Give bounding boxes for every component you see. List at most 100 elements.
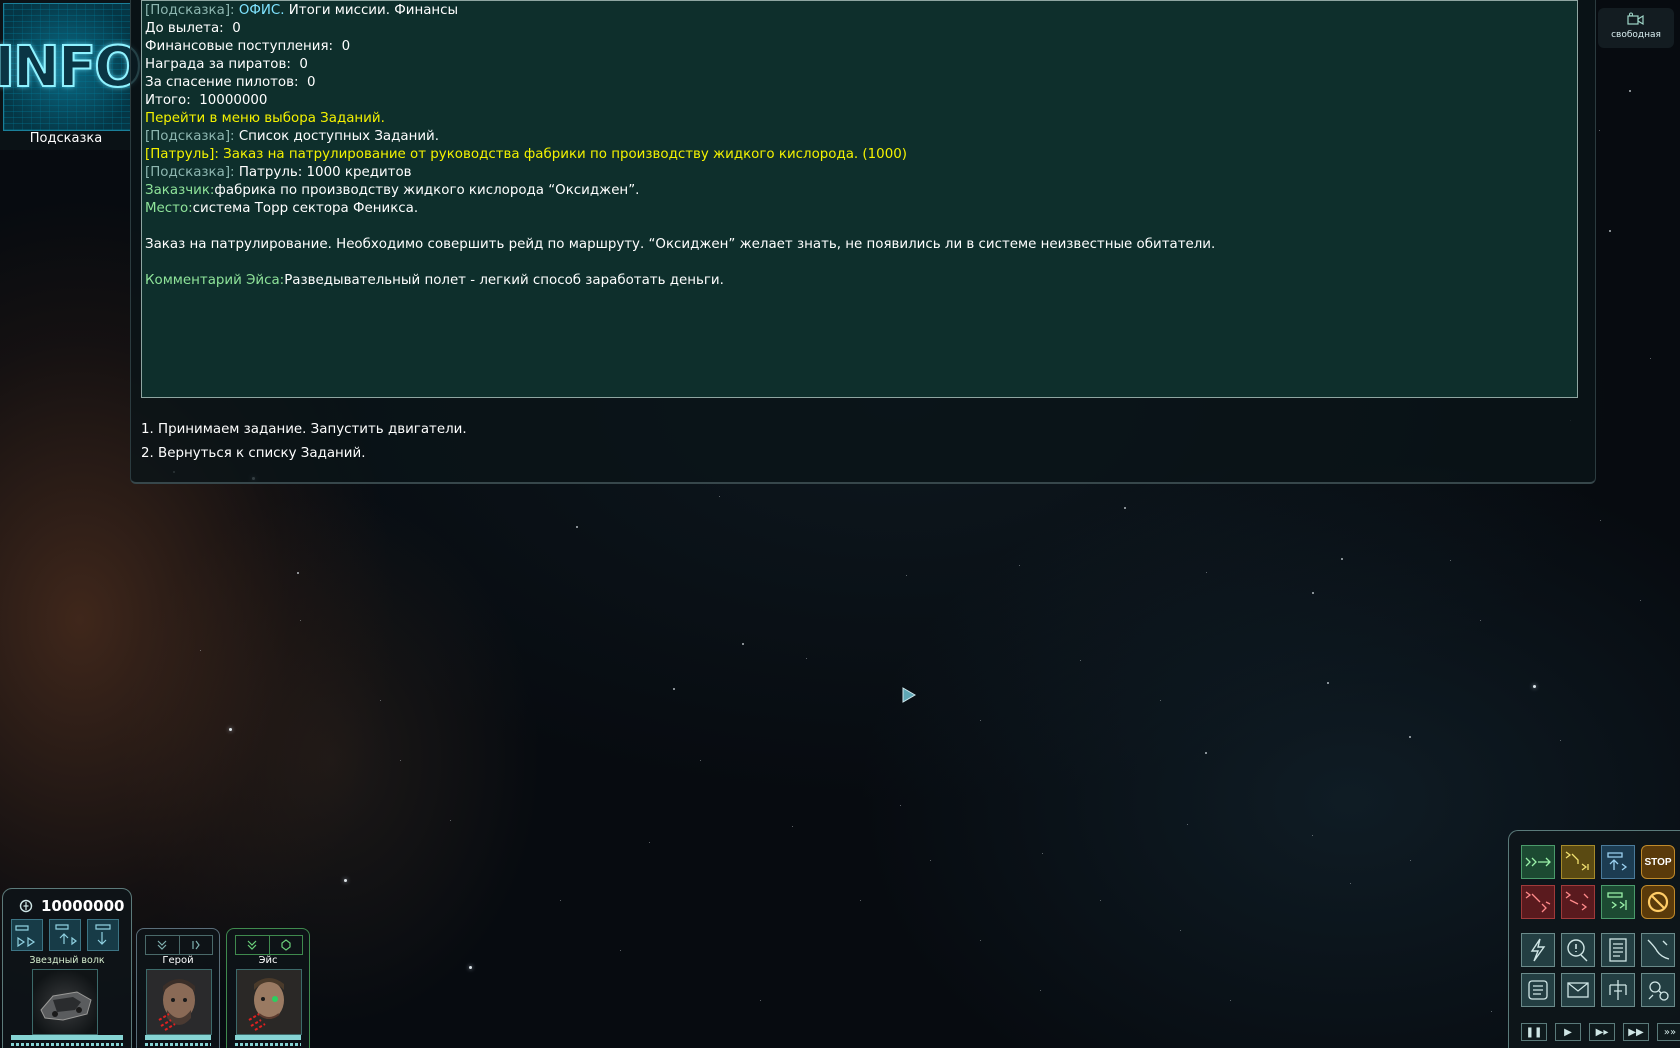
- message-line: Заказчик:фабрика по производству жидкого…: [145, 182, 1577, 200]
- map-button[interactable]: [1641, 933, 1675, 967]
- message-line: [Подсказка]: Список доступных Заданий.: [145, 128, 1577, 146]
- log-button[interactable]: [1521, 973, 1555, 1007]
- ship-name: Звездный волк: [29, 955, 105, 966]
- patrol-icon: [1565, 851, 1589, 871]
- command-panel: STOP ❚❚ ▶ ▶▸ ▶▶ »»: [1508, 830, 1680, 1048]
- move-to-button[interactable]: [1521, 845, 1555, 879]
- ace-defend-button[interactable]: [270, 936, 303, 954]
- play-button[interactable]: ▶: [1555, 1023, 1581, 1041]
- message-log[interactable]: [Подсказка]: ОФИС. Итоги миссии. Финансы…: [141, 0, 1578, 398]
- upgrades-button[interactable]: [1601, 973, 1635, 1007]
- ship-portrait[interactable]: [32, 969, 98, 1035]
- ace-face-image: [237, 970, 301, 1034]
- crew-panel-hero: Герой: [136, 928, 220, 1048]
- message-segment: [Подсказка]:: [145, 129, 235, 144]
- fastest-button[interactable]: »»: [1657, 1023, 1680, 1041]
- talk-button[interactable]: [1561, 933, 1595, 967]
- message-line: Награда за пиратов: 0: [145, 56, 1577, 74]
- camera-icon: [1627, 12, 1644, 26]
- star: [1205, 752, 1207, 754]
- message-line: Перейти в меню выбора Заданий.: [145, 110, 1577, 128]
- ace-follow-button[interactable]: [236, 936, 270, 954]
- time-controls: ❚❚ ▶ ▶▸ ▶▶ »»: [1521, 1023, 1680, 1041]
- escort-button[interactable]: [1601, 885, 1635, 919]
- shield-icon: [281, 939, 291, 951]
- star: [1187, 824, 1188, 825]
- fast-button[interactable]: ▶▸: [1589, 1023, 1615, 1041]
- info-logo-text: INFO: [0, 34, 143, 101]
- move-arrow-icon: [1525, 857, 1551, 867]
- settings-button[interactable]: [1641, 973, 1675, 1007]
- attack-all-button[interactable]: [1561, 885, 1595, 919]
- pause-button[interactable]: ❚❚: [1521, 1023, 1547, 1041]
- star: [980, 720, 981, 721]
- option-back-to-missions[interactable]: 2. Вернуться к списку Заданий.: [141, 442, 467, 466]
- hero-pause-button[interactable]: [180, 936, 213, 954]
- message-segment: Перейти в меню выбора Заданий.: [145, 111, 385, 126]
- mail-button[interactable]: [1561, 973, 1595, 1007]
- attack-formation-icon: [55, 924, 77, 946]
- stop-button[interactable]: STOP: [1641, 845, 1675, 879]
- hero-portrait[interactable]: [146, 969, 212, 1035]
- forbidden-icon: [1647, 891, 1669, 913]
- message-segment: ОФИС.: [234, 3, 285, 18]
- star: [1350, 883, 1351, 884]
- star: [1040, 990, 1041, 991]
- ship-panel: 10000000 Звездный волк: [2, 888, 132, 1048]
- message-line: Заказ на патрулирование. Необходимо сове…: [145, 236, 1577, 254]
- pause-icon: ❚❚: [1525, 1026, 1543, 1038]
- message-segment: Итого: 10000000: [145, 93, 268, 108]
- hero-health-bar: [145, 1035, 211, 1040]
- hero-follow-button[interactable]: [146, 936, 180, 954]
- info-caption: Подсказка: [29, 131, 103, 146]
- ace-energy-bar: [235, 1043, 301, 1046]
- star: [400, 760, 401, 761]
- star: [1206, 572, 1207, 573]
- patrol-button[interactable]: [1561, 845, 1595, 879]
- ace-health-bar: [235, 1035, 301, 1040]
- dialog-options: 1. Принимаем задание. Запустить двигател…: [141, 418, 467, 466]
- camera-mode-label: свободная: [1611, 30, 1661, 40]
- cursor-icon: [902, 687, 916, 703]
- ship-energy-bar: [11, 1043, 123, 1046]
- message-line: [Подсказка]: ОФИС. Итоги миссии. Финансы: [145, 2, 1577, 20]
- message-segment: [Подсказка]:: [145, 3, 235, 18]
- energy-button[interactable]: [1521, 933, 1555, 967]
- formation-button[interactable]: [11, 919, 43, 951]
- dock-icon: [1607, 852, 1628, 871]
- star: [1124, 507, 1126, 509]
- camera-mode-button[interactable]: свободная: [1598, 8, 1674, 48]
- message-segment: Награда за пиратов: 0: [145, 57, 308, 72]
- dock-button[interactable]: [1601, 845, 1635, 879]
- message-segment: Заказ на патрулирование. Необходимо сове…: [145, 237, 1216, 252]
- star: [860, 900, 861, 901]
- journal-button[interactable]: [1601, 933, 1635, 967]
- info-logo[interactable]: INFO: [0, 3, 143, 131]
- star: [1409, 736, 1411, 738]
- attack-button[interactable]: [1521, 885, 1555, 919]
- star: [700, 760, 701, 761]
- faster-button[interactable]: ▶▶: [1623, 1023, 1649, 1041]
- message-line: [Подсказка]: Патруль: 1000 кредитов: [145, 164, 1577, 182]
- attack-formation-button[interactable]: [49, 919, 81, 951]
- message-segment: Место:: [145, 201, 193, 216]
- message-segment: [Патруль]: Заказ на патрулирование от ру…: [145, 147, 907, 162]
- stop-bars-icon: [192, 940, 200, 950]
- defend-formation-button[interactable]: [87, 919, 119, 951]
- star: [1019, 565, 1020, 566]
- cancel-button[interactable]: [1641, 885, 1675, 919]
- star: [620, 950, 621, 951]
- fast-icon: ▶▸: [1595, 1026, 1609, 1038]
- attack-all-icon: [1565, 891, 1589, 911]
- game-viewport[interactable]: INFO Подсказка [Подсказка]: ОФИС. Итоги …: [0, 0, 1680, 1048]
- hero-command-row: [145, 935, 213, 955]
- chevrons-down-icon: [247, 940, 257, 950]
- message-line: Финансовые поступления: 0: [145, 38, 1577, 56]
- ace-portrait[interactable]: [236, 969, 302, 1035]
- info-panel[interactable]: INFO Подсказка: [0, 0, 143, 150]
- formation-icon: [15, 925, 36, 948]
- star: [576, 526, 578, 528]
- star: [300, 620, 301, 621]
- option-accept-mission[interactable]: 1. Принимаем задание. Запустить двигател…: [141, 418, 467, 442]
- star: [1180, 930, 1181, 931]
